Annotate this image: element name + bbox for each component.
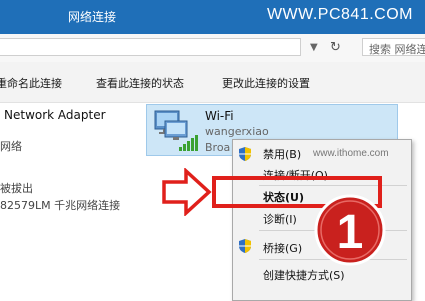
red-outline-arrow-icon — [162, 167, 212, 219]
change-settings-button[interactable]: 更改此连接的设置 — [222, 75, 310, 91]
view-status-button[interactable]: 查看此连接的状态 — [96, 75, 184, 91]
step-badge: 1 — [312, 192, 388, 271]
command-bar: 重命名此连接 查看此连接的状态 更改此连接的设置 — [0, 62, 425, 103]
adapter-name: Network Adapter — [4, 108, 106, 122]
window-title: 网络连接 — [68, 10, 117, 24]
refresh-icon[interactable]: ↻ — [330, 40, 341, 55]
menu-item-disable[interactable]: 禁用(B) — [263, 146, 301, 162]
uac-shield-icon — [237, 238, 253, 257]
title-bar: 网络连接 WWW.PC841.COM — [0, 0, 425, 34]
adapter-network: 网络 — [0, 140, 22, 153]
search-input[interactable]: 搜索 网络连 — [362, 38, 425, 56]
step-number: 1 — [337, 206, 364, 259]
rename-connection-button[interactable]: 重命名此连接 — [0, 75, 62, 91]
address-input[interactable] — [0, 38, 301, 56]
wifi-ssid: wangerxiao — [205, 125, 269, 138]
adapter-device: 82579LM 千兆网络连接 — [0, 199, 121, 212]
network-adapter-icon — [151, 107, 201, 156]
menu-item-bridge[interactable]: 桥接(G) — [263, 240, 302, 256]
site-watermark: WWW.PC841.COM — [266, 6, 413, 23]
wifi-device: Broa — [205, 141, 231, 154]
chevron-down-icon[interactable]: ▼ — [310, 42, 318, 53]
uac-shield-icon — [237, 146, 253, 165]
wifi-name: Wi-Fi — [205, 109, 234, 123]
menu-item-diagnose[interactable]: 诊断(I) — [263, 211, 297, 227]
adapter-status: 被拔出 — [0, 182, 33, 195]
address-bar: ▼ ↻ 搜索 网络连 — [0, 34, 425, 63]
ithome-watermark: www.ithome.com — [313, 148, 389, 159]
search-placeholder: 搜索 网络连 — [369, 43, 425, 56]
